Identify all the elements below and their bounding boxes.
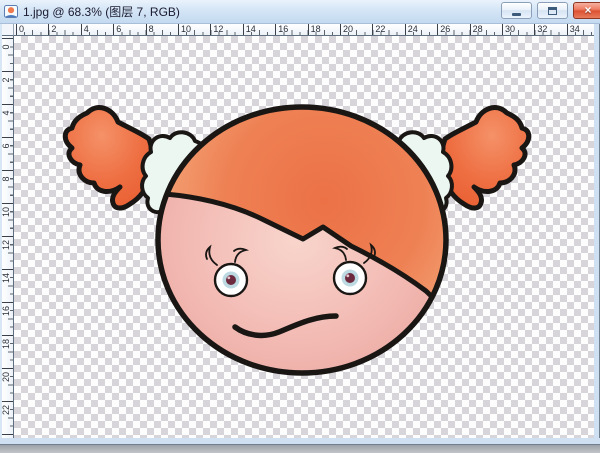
vertical-ruler-tick: 2 [2, 71, 14, 72]
vertical-ruler-tick: 8 [2, 170, 14, 171]
minimize-button[interactable] [501, 2, 532, 19]
ruler-tick-label: 14 [246, 24, 256, 34]
ruler-tick-label: 22 [375, 24, 385, 34]
document-thumbnail-icon [4, 4, 18, 19]
close-button[interactable]: × [573, 2, 600, 19]
ruler-tick-label: 0 [19, 24, 24, 34]
maximize-button[interactable] [537, 2, 568, 19]
ruler-tick-label: 26 [440, 24, 450, 34]
ruler-tick-label: 2 [2, 72, 11, 88]
desktop-background [0, 445, 600, 453]
horizontal-ruler-tick: 24 [405, 24, 418, 36]
ruler-tick-label: 4 [2, 105, 11, 121]
horizontal-ruler-tick: 0 [16, 24, 24, 36]
ruler-tick-label: 18 [2, 336, 11, 352]
ruler-tick-label: 20 [343, 24, 353, 34]
vertical-ruler-tick: 14 [2, 269, 14, 270]
ruler-tick-label: 24 [408, 24, 418, 34]
ruler-tick-label: 6 [116, 24, 121, 34]
artwork-svg [14, 36, 594, 438]
horizontal-ruler-tick: 20 [340, 24, 353, 36]
horizontal-ruler-tick: 26 [437, 24, 450, 36]
ruler-tick-label: 4 [84, 24, 89, 34]
horizontal-ruler-tick: 14 [243, 24, 256, 36]
close-icon: × [584, 3, 591, 18]
ruler-tick-label: 8 [2, 171, 11, 187]
minimize-icon [512, 13, 521, 16]
document-canvas[interactable] [14, 36, 594, 438]
ruler-tick-label: 18 [311, 24, 321, 34]
vertical-ruler-tick: 12 [2, 236, 14, 237]
horizontal-ruler-tick: 4 [81, 24, 89, 36]
horizontal-ruler[interactable]: 0 2 4 6 8 10 12 14 16 18 20 22 [14, 24, 594, 36]
horizontal-ruler-tick: 6 [113, 24, 121, 36]
horizontal-ruler-tick: 10 [178, 24, 191, 36]
ruler-tick-label: 8 [149, 24, 154, 34]
vertical-ruler-tick: 24 [2, 434, 14, 435]
horizontal-ruler-tick: 22 [372, 24, 385, 36]
horizontal-ruler-tick: 30 [502, 24, 515, 36]
window-title: 1.jpg @ 68.3% (图层 7, RGB) [23, 3, 180, 20]
horizontal-ruler-tick: 34 [567, 24, 580, 36]
ruler-tick-label: 10 [181, 24, 191, 34]
vertical-ruler-tick: 16 [2, 302, 14, 303]
window-border-left [0, 24, 2, 438]
horizontal-ruler-tick: 18 [308, 24, 321, 36]
ruler-tick-label: 10 [2, 204, 11, 220]
ruler-tick-label: 34 [570, 24, 580, 34]
ruler-tick-label: 2 [51, 24, 56, 34]
vertical-ruler-tick: 6 [2, 137, 14, 138]
ruler-tick-label: 12 [213, 24, 223, 34]
vertical-ruler-tick: 10 [2, 203, 14, 204]
ruler-tick-label: 16 [2, 303, 11, 319]
ruler-tick-label: 32 [537, 24, 547, 34]
horizontal-ruler-tick: 12 [210, 24, 223, 36]
ruler-tick-label: 20 [2, 369, 11, 385]
horizontal-ruler-tick: 28 [470, 24, 483, 36]
ruler-tick-label: 30 [505, 24, 515, 34]
ruler-tick-label: 6 [2, 138, 11, 154]
ruler-tick-label: 14 [2, 270, 11, 286]
vertical-ruler-tick: 0 [2, 38, 14, 39]
ruler-tick-label: 12 [2, 237, 11, 253]
vertical-ruler-tick: 18 [2, 335, 14, 336]
maximize-icon [548, 7, 557, 15]
vertical-ruler-tick: 4 [2, 104, 14, 105]
vertical-ruler[interactable]: 0 2 4 6 8 10 12 14 16 18 20 22 [2, 36, 14, 438]
titlebar[interactable]: 1.jpg @ 68.3% (图层 7, RGB) × [0, 0, 600, 24]
vertical-ruler-tick: 20 [2, 368, 14, 369]
horizontal-ruler-tick: 16 [275, 24, 288, 36]
ruler-tick-label: 22 [2, 402, 11, 418]
window-controls: × [501, 2, 600, 19]
vertical-ruler-tick: 22 [2, 401, 14, 402]
photoshop-document-window: 1.jpg @ 68.3% (图层 7, RGB) × 0 2 4 6 [0, 0, 600, 453]
horizontal-ruler-tick: 2 [48, 24, 56, 36]
ruler-origin-corner[interactable] [2, 24, 14, 36]
horizontal-ruler-tick: 32 [534, 24, 547, 36]
window-border-bottom [0, 438, 600, 445]
ruler-tick-label: 28 [473, 24, 483, 34]
ruler-tick-label: 16 [278, 24, 288, 34]
window-border-right [594, 24, 600, 445]
horizontal-ruler-tick: 8 [146, 24, 154, 36]
ruler-tick-label: 0 [2, 39, 11, 55]
